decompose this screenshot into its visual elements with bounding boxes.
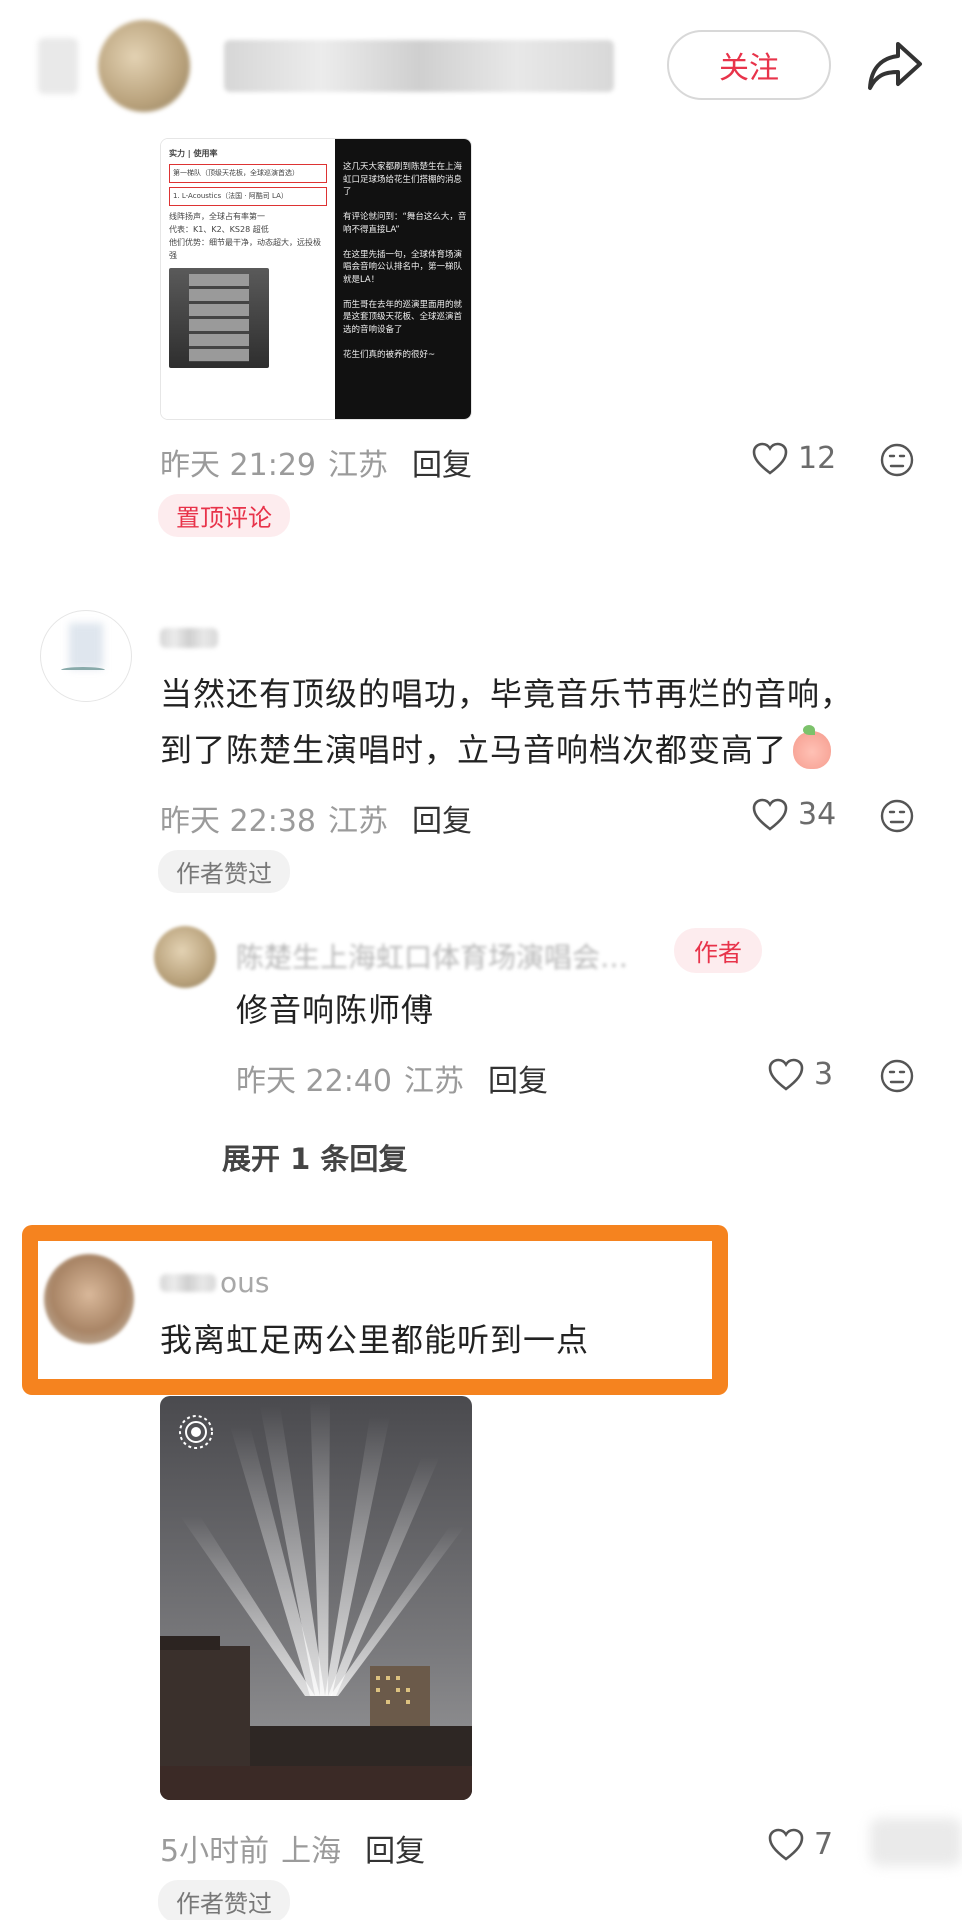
like-button[interactable]: 3 xyxy=(768,1057,833,1092)
image-rank-label: 第一梯队（顶级天花板，全球巡演首选） xyxy=(169,164,327,183)
like-count: 7 xyxy=(814,1827,834,1862)
author-avatar[interactable] xyxy=(98,20,190,112)
comment-meta: 昨天 21:29 江苏 回复 xyxy=(160,440,472,484)
peach-emoji-icon xyxy=(793,725,832,769)
comment-time: 5小时前 xyxy=(160,1834,270,1869)
image-overlay-text: 这几天大家都刷到陈楚生在上海虹口足球场给花生们搭棚的消息了 有评论就问到：“舞台… xyxy=(335,139,471,419)
dislike-face-icon[interactable] xyxy=(880,799,914,833)
author-badge: 作者 xyxy=(674,928,762,973)
reply-text: 修音响陈师傅 xyxy=(236,991,435,1029)
image-bullet: 他们优势：细节最干净，动态超大，远投极强 xyxy=(169,238,321,260)
image-left-panel: 实力 | 使用率 第一梯队（顶级天花板，全球巡演首选） 1. L-Acousti… xyxy=(161,139,335,419)
speaker-photo xyxy=(169,268,269,368)
reply-button[interactable]: 回复 xyxy=(365,1826,425,1870)
like-count: 12 xyxy=(798,441,837,476)
night-sky-photo xyxy=(160,1396,472,1800)
reply-location: 江苏 xyxy=(404,1064,464,1099)
image-bullet: 代表：K1、K2、KS28 超低 xyxy=(169,225,269,234)
author-reply-avatar[interactable] xyxy=(154,926,216,988)
follow-button[interactable]: 关注 xyxy=(667,30,831,100)
reply-button[interactable]: 回复 xyxy=(412,796,472,840)
heart-icon xyxy=(752,798,788,831)
live-photo-icon[interactable] xyxy=(176,1412,216,1452)
reply-meta: 昨天 22:40 江苏 回复 xyxy=(236,1056,548,1100)
author-liked-badge: 作者赞过 xyxy=(158,1880,290,1920)
author-reply-name: 陈楚生上海虹口体育场演唱会… xyxy=(236,941,629,974)
comment-image-speaker-ranking[interactable]: 实力 | 使用率 第一梯队（顶级天花板，全球巡演首选） 1. L-Acousti… xyxy=(160,138,472,420)
author-liked-badge: 作者赞过 xyxy=(158,850,290,893)
comment-location: 上海 xyxy=(281,1834,342,1869)
pinned-badge: 置顶评论 xyxy=(158,494,290,537)
dislike-face-icon[interactable] xyxy=(880,1059,914,1093)
heart-icon xyxy=(752,442,788,475)
reply-time: 昨天 22:40 xyxy=(236,1064,392,1099)
like-count: 34 xyxy=(798,797,837,832)
like-button[interactable]: 12 xyxy=(752,441,836,476)
back-area-blurred[interactable] xyxy=(38,38,78,94)
watermark-blur xyxy=(870,1818,962,1866)
comment-text-line: 到了陈楚生演唱时，立马音响档次都变高了 xyxy=(160,722,920,778)
like-button[interactable]: 7 xyxy=(768,1827,833,1862)
heart-icon xyxy=(768,1058,804,1091)
reply-button[interactable]: 回复 xyxy=(412,440,472,484)
comment-text: 当然还有顶级的唱功，毕竟音乐节再烂的音响， 到了陈楚生演唱时，立马音响档次都变高… xyxy=(160,666,920,778)
heart-icon xyxy=(768,1828,804,1861)
image-heading: 实力 | 使用率 xyxy=(169,149,218,158)
commenter-name-blurred xyxy=(160,628,218,648)
dislike-face-icon[interactable] xyxy=(880,443,914,477)
comment-meta: 昨天 22:38 江苏 回复 xyxy=(160,796,472,840)
expand-replies-link[interactable]: 展开 1 条回复 xyxy=(222,1136,407,1178)
comment-location: 江苏 xyxy=(328,804,388,839)
image-brand: 1. L-Acoustics（法国 · 阿酷司 LA） xyxy=(169,187,327,206)
like-count: 3 xyxy=(814,1057,834,1092)
commenter-avatar[interactable] xyxy=(40,610,132,702)
comment-time: 昨天 21:29 xyxy=(160,448,316,483)
comment-text-line: 当然还有顶级的唱功，毕竟音乐节再烂的音响， xyxy=(160,675,854,713)
like-button[interactable]: 34 xyxy=(752,797,836,832)
comment-time: 昨天 22:38 xyxy=(160,804,316,839)
share-arrow-icon[interactable] xyxy=(864,34,926,96)
comment-meta: 5小时前 上海 回复 xyxy=(160,1826,425,1870)
orange-highlight-box xyxy=(22,1225,728,1395)
header-bar: 关注 xyxy=(0,0,962,130)
comment-location: 江苏 xyxy=(328,448,388,483)
comment-image-night-lights[interactable] xyxy=(160,1396,472,1800)
reply-button[interactable]: 回复 xyxy=(488,1056,548,1100)
image-bullet: 线阵扬声，全球占有率第一 xyxy=(169,212,265,221)
author-name-blurred xyxy=(224,40,614,92)
